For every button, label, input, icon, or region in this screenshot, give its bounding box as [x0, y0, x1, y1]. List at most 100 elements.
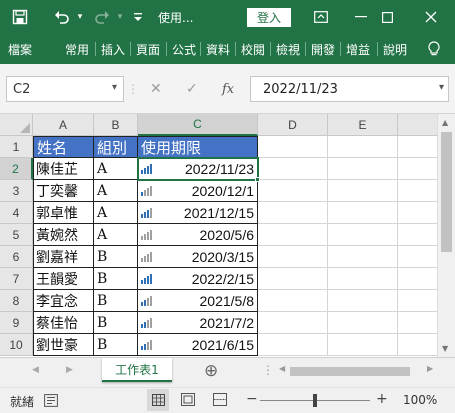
zoom-out-icon[interactable]: −	[246, 391, 258, 407]
empty-cell[interactable]	[258, 312, 328, 334]
cell-group[interactable]: B	[94, 246, 138, 268]
empty-cell[interactable]	[328, 180, 398, 202]
header-cell-group[interactable]: 組別	[94, 136, 138, 158]
fill-handle[interactable]	[255, 177, 260, 182]
empty-cell[interactable]	[398, 224, 437, 246]
tab-file[interactable]: 檔案	[8, 34, 32, 64]
cancel-icon[interactable]: ✕	[150, 76, 162, 102]
tab-review[interactable]: 校閱	[241, 34, 265, 64]
column-header-e[interactable]: E	[328, 114, 398, 136]
sheet-tab-1[interactable]: 工作表1	[102, 358, 172, 382]
cell-expiry-date[interactable]: 2020/3/15	[138, 246, 258, 268]
empty-cell[interactable]	[258, 334, 328, 356]
empty-cell[interactable]	[328, 334, 398, 356]
empty-cell[interactable]	[328, 224, 398, 246]
zoom-level[interactable]: 100%	[403, 393, 437, 407]
row-header[interactable]: 9	[0, 312, 33, 334]
cell-name[interactable]: 劉世豪	[33, 334, 94, 356]
undo-dropdown-icon[interactable]: ▾	[74, 0, 86, 34]
tab-view[interactable]: 檢視	[276, 34, 300, 64]
scroll-up-icon[interactable]: ▲	[442, 118, 448, 127]
tab-data[interactable]: 資料	[206, 34, 230, 64]
row-header[interactable]: 4	[0, 202, 33, 224]
empty-cell[interactable]	[398, 136, 437, 158]
name-box[interactable]: C2 ▾	[6, 76, 124, 102]
cell-expiry-date[interactable]: 2021/12/15	[138, 202, 258, 224]
accessibility-icon[interactable]	[44, 394, 58, 410]
cell-expiry-date[interactable]: 2022/11/23	[138, 158, 258, 180]
row-header[interactable]: 2	[0, 158, 33, 180]
cell-group[interactable]: B	[94, 312, 138, 334]
empty-cell[interactable]	[398, 158, 437, 180]
cell-name[interactable]: 王韻愛	[33, 268, 94, 290]
zoom-in-icon[interactable]: +	[376, 391, 388, 407]
lightbulb-icon[interactable]	[423, 34, 445, 64]
save-icon[interactable]	[8, 0, 32, 34]
tab-help[interactable]: 說明	[383, 34, 407, 64]
cell-expiry-date[interactable]: 2020/12/1	[138, 180, 258, 202]
empty-cell[interactable]	[328, 136, 398, 158]
normal-view-icon[interactable]	[147, 389, 169, 411]
cell-group[interactable]: A	[94, 158, 138, 180]
empty-cell[interactable]	[328, 202, 398, 224]
empty-cell[interactable]	[398, 334, 437, 356]
column-header-d[interactable]: D	[258, 114, 328, 136]
empty-cell[interactable]	[328, 158, 398, 180]
row-header[interactable]: 6	[0, 246, 33, 268]
empty-cell[interactable]	[258, 268, 328, 290]
column-header-c[interactable]: C	[138, 114, 258, 136]
cell-name[interactable]: 蔡佳怡	[33, 312, 94, 334]
insert-function-icon[interactable]: fx	[222, 76, 234, 102]
empty-cell[interactable]	[258, 246, 328, 268]
login-button[interactable]: 登入	[247, 8, 291, 27]
scroll-down-icon[interactable]: ▼	[442, 344, 448, 353]
row-header[interactable]: 8	[0, 290, 33, 312]
cell-expiry-date[interactable]: 2021/5/8	[138, 290, 258, 312]
cell-expiry-date[interactable]: 2020/5/6	[138, 224, 258, 246]
hscroll-left-icon[interactable]: ◀	[279, 364, 285, 373]
cell-name[interactable]: 丁奕馨	[33, 180, 94, 202]
formula-input[interactable]: 2022/11/23 ▾	[250, 76, 449, 102]
close-icon[interactable]	[420, 0, 442, 34]
empty-cell[interactable]	[328, 246, 398, 268]
empty-cell[interactable]	[258, 158, 328, 180]
empty-cell[interactable]	[258, 136, 328, 158]
row-header[interactable]: 5	[0, 224, 33, 246]
tab-developer[interactable]: 開發	[311, 34, 335, 64]
column-header-f[interactable]	[398, 114, 437, 136]
empty-cell[interactable]	[398, 312, 437, 334]
empty-cell[interactable]	[398, 246, 437, 268]
empty-cell[interactable]	[328, 268, 398, 290]
cell-group[interactable]: B	[94, 290, 138, 312]
row-header[interactable]: 3	[0, 180, 33, 202]
hscroll-right-icon[interactable]: ▶	[427, 364, 433, 373]
cell-group[interactable]: B	[94, 268, 138, 290]
select-all-corner[interactable]	[0, 114, 33, 136]
cell-group[interactable]: A	[94, 224, 138, 246]
more-sheets-icon[interactable]: ⋮	[262, 363, 274, 377]
horizontal-scroll-thumb[interactable]	[290, 367, 410, 376]
tab-insert[interactable]: 插入	[101, 34, 125, 64]
vertical-scrollbar[interactable]: ▲ ▼	[437, 114, 455, 357]
expand-formula-bar-icon[interactable]: ▾	[439, 82, 444, 93]
worksheet-grid[interactable]: A B C D E 1 2 3 4 5 6 7 8 9 10 姓名 組別 使用期…	[0, 114, 437, 357]
cell-expiry-date[interactable]: 2021/6/15	[138, 334, 258, 356]
cell-expiry-date[interactable]: 2021/7/2	[138, 312, 258, 334]
enter-icon[interactable]: ✓	[186, 76, 198, 102]
cell-name[interactable]: 黃婉然	[33, 224, 94, 246]
zoom-slider-handle[interactable]	[313, 394, 317, 407]
column-header-a[interactable]: A	[33, 114, 94, 136]
row-header[interactable]: 10	[0, 334, 33, 356]
tab-addins[interactable]: 增益	[346, 34, 370, 64]
cell-name[interactable]: 劉嘉祥	[33, 246, 94, 268]
empty-cell[interactable]	[258, 224, 328, 246]
next-sheet-icon[interactable]: ▶	[66, 365, 73, 375]
cell-group[interactable]: B	[94, 334, 138, 356]
undo-icon[interactable]	[50, 0, 74, 34]
maximize-icon[interactable]	[376, 0, 398, 34]
cell-expiry-date[interactable]: 2022/2/15	[138, 268, 258, 290]
row-header[interactable]: 1	[0, 136, 33, 158]
minimize-icon[interactable]	[350, 0, 372, 34]
header-cell-name[interactable]: 姓名	[33, 136, 94, 158]
empty-cell[interactable]	[398, 290, 437, 312]
